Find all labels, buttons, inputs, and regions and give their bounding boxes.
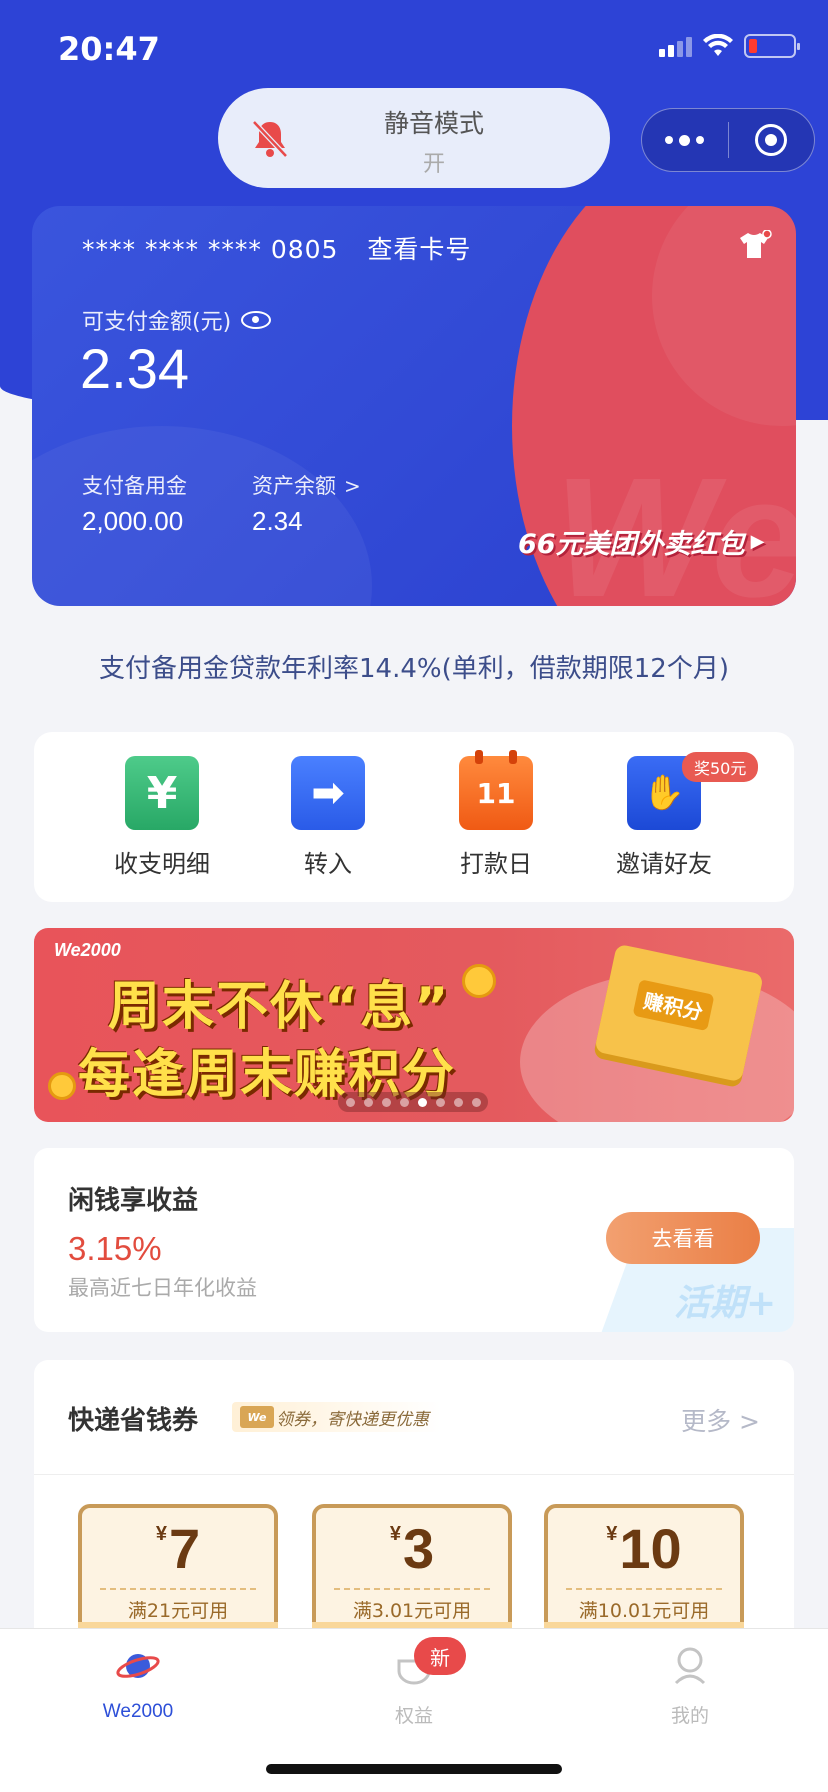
coupon-amount: 3 — [402, 1517, 435, 1580]
more-link[interactable]: 更多 > — [681, 1402, 760, 1438]
view-savings-button[interactable]: 去看看 — [606, 1212, 760, 1264]
action-label: 转入 — [304, 850, 352, 878]
home-indicator[interactable] — [266, 1764, 562, 1774]
coupon-card[interactable]: ¥7 满21元可用 — [78, 1504, 278, 1652]
savings-watermark: 活期+ — [674, 1283, 777, 1324]
promo-banner[interactable]: We2000 周末不休“息” 每逢周末赚积分 赚积分 — [34, 928, 794, 1122]
reserve-fund-value: 2,000.00 — [82, 506, 184, 536]
asset-balance-label: 资产余额 — [252, 474, 336, 498]
status-icons — [659, 34, 800, 58]
action-label: 收支明细 — [114, 850, 210, 878]
close-miniprogram-button[interactable] — [729, 124, 815, 156]
action-label: 打款日 — [460, 850, 532, 878]
banner-brand: We2000 — [54, 940, 121, 960]
play-arrow-icon: ▶ — [750, 531, 765, 552]
points-box-label: 赚积分 — [632, 979, 715, 1032]
coupon-amount: 7 — [168, 1517, 201, 1580]
loan-rate-note: 支付备用金贷款年利率14.4%(单利，借款期限12个月) — [99, 654, 729, 684]
planet-icon — [116, 1654, 160, 1678]
account-card[interactable]: We **** **** **** 0805 查看卡号 可支付金额(元) 2.3… — [32, 206, 796, 606]
status-time: 20:47 — [58, 30, 160, 68]
eye-icon[interactable] — [241, 311, 272, 329]
action-payment-day[interactable]: 11 打款日 — [416, 750, 576, 879]
tab-benefits[interactable]: 权益 — [276, 1629, 552, 1728]
tab-mine[interactable]: 我的 — [552, 1629, 828, 1728]
target-icon — [755, 124, 788, 156]
express-tag: We 领券，寄快递更优惠 — [232, 1402, 441, 1432]
shirt-icon[interactable] — [736, 230, 772, 262]
miniprogram-capsule — [641, 108, 815, 172]
calendar-icon: 11 — [459, 750, 533, 830]
coin-icon — [48, 1072, 76, 1100]
asset-balance-link[interactable]: 资产余额 > — [252, 470, 361, 500]
coupon-card[interactable]: ¥10 满10.01元可用 — [544, 1504, 744, 1652]
silent-mode-title: 静音模式 — [383, 109, 484, 138]
express-tag-text: 领券，寄快递更优惠 — [276, 1409, 429, 1430]
savings-card[interactable]: 闲钱享收益 3.15% 最高近七日年化收益 去看看 活期+ — [34, 1148, 794, 1332]
carousel-dot — [363, 1097, 373, 1107]
tab-label: 权益 — [394, 1706, 433, 1727]
more-menu-button[interactable] — [642, 134, 728, 146]
savings-title: 闲钱享收益 — [68, 1186, 199, 1216]
new-badge: 新 — [414, 1637, 466, 1675]
coupon-condition: 满10.01元可用 — [578, 1600, 710, 1622]
coupon-currency: ¥ — [155, 1523, 167, 1545]
available-amount-value: 2.34 — [80, 337, 189, 400]
signal-icon — [659, 35, 692, 57]
carousel-dot — [471, 1097, 481, 1107]
carousel-dot — [399, 1097, 409, 1107]
action-label: 邀请好友 — [616, 850, 712, 878]
reserve-fund-label: 支付备用金 — [82, 474, 187, 498]
available-amount-label-text: 可支付金额(元) — [82, 310, 232, 335]
banner-headline: 周末不休“息” — [108, 977, 451, 1037]
coupon-currency: ¥ — [606, 1523, 618, 1545]
express-title: 快递省钱券 — [68, 1406, 199, 1436]
savings-rate: 3.15% — [68, 1230, 162, 1267]
available-amount-label: 可支付金额(元) — [82, 304, 272, 336]
battery-icon — [744, 34, 800, 58]
action-transfer-in[interactable]: ➡ 转入 — [248, 756, 408, 879]
coupon-card[interactable]: ¥3 满3.01元可用 — [312, 1504, 512, 1652]
arrow-right-icon: ➡ — [291, 756, 365, 830]
carousel-indicator — [338, 1092, 488, 1112]
carousel-dot — [345, 1097, 355, 1107]
coupon-condition: 满21元可用 — [127, 1600, 229, 1622]
truck-icon: We — [240, 1406, 274, 1428]
reward-badge: 奖50元 — [682, 752, 759, 782]
silent-mode-toast: 静音模式 开 — [218, 88, 610, 188]
card-number: **** **** **** 0805 查看卡号 — [82, 230, 471, 266]
view-card-number-link[interactable]: 查看卡号 — [367, 235, 471, 264]
tab-label: 我的 — [670, 1706, 709, 1727]
more-label: 更多 — [681, 1407, 732, 1436]
carousel-dot — [381, 1097, 391, 1107]
yen-icon: ¥ — [125, 756, 199, 830]
chevron-right-icon: > — [739, 1407, 760, 1436]
coupon-amount: 10 — [619, 1517, 682, 1580]
tab-we2000[interactable]: We2000 — [0, 1629, 276, 1723]
action-transactions[interactable]: ¥ 收支明细 — [82, 756, 242, 879]
quick-actions: ¥ 收支明细 ➡ 转入 11 打款日 ✋ 邀请好友 奖50元 — [34, 732, 794, 902]
chevron-right-icon: > — [344, 474, 361, 498]
savings-desc: 最高近七日年化收益 — [68, 1276, 257, 1300]
carousel-dot — [453, 1097, 463, 1107]
coupon-currency: ¥ — [389, 1523, 401, 1545]
card-number-masked: **** **** **** 0805 — [82, 235, 339, 264]
silent-mode-state: 开 — [422, 152, 445, 177]
carousel-dot-active — [417, 1097, 427, 1107]
tab-label: We2000 — [102, 1701, 174, 1722]
user-icon — [674, 1647, 706, 1685]
promo-text: 66元美团外卖红包 — [518, 529, 745, 560]
asset-balance-value: 2.34 — [252, 506, 303, 536]
carousel-dot — [435, 1097, 445, 1107]
coupon-condition: 满3.01元可用 — [352, 1600, 472, 1622]
meituan-promo-link[interactable]: 66元美团外卖红包 ▶ — [518, 522, 764, 561]
wifi-icon — [703, 34, 733, 56]
coin-icon — [462, 964, 496, 998]
